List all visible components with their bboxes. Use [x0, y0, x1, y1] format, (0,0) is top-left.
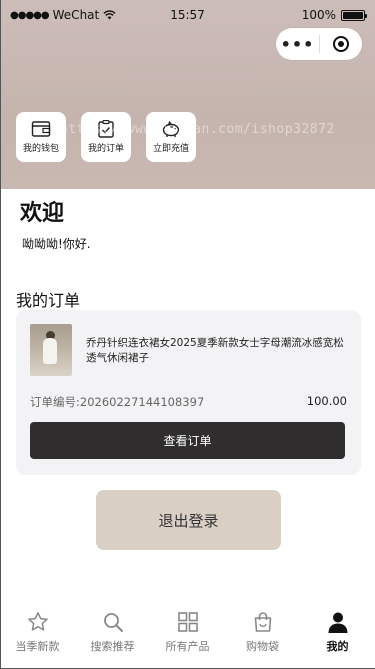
recharge-button[interactable]: 立即充值	[146, 112, 196, 162]
order-price: 100.00	[306, 394, 347, 408]
tab-label: 购物袋	[246, 640, 279, 653]
tab-shopping-bag[interactable]: 购物袋	[227, 610, 299, 654]
order-product[interactable]: 乔丹针织连衣裙女2025夏季新款女士字母潮流冰感宽松透气休闲裙子	[30, 324, 347, 376]
wifi-icon	[103, 10, 116, 20]
tab-label: 我的	[326, 640, 349, 653]
orders-section-title: 我的订单	[16, 291, 81, 310]
tab-bar: 当季新款 搜索推荐 所有产品 购物袋 我的	[0, 602, 375, 669]
battery-info: 100%	[301, 8, 367, 22]
shopping-bag-icon	[254, 612, 271, 632]
battery-icon	[341, 9, 367, 21]
carrier-name: WeChat	[52, 8, 100, 22]
user-icon	[328, 612, 347, 633]
wallet-button[interactable]: 我的钱包	[16, 112, 66, 162]
order-card: 乔丹针织连衣裙女2025夏季新款女士字母潮流冰感宽松透气休闲裙子 订单编号:20…	[16, 310, 361, 475]
tab-label: 所有产品	[165, 640, 210, 653]
frame-edge-left	[0, 0, 1, 669]
status-bar: ●●●●● WeChat 15:57 100%	[0, 0, 375, 30]
order-meta: 订单编号:20260227144108397 100.00	[30, 394, 347, 410]
welcome-subtitle: 呦呦呦!你好.	[22, 237, 91, 251]
welcome-title: 欢迎	[20, 201, 65, 226]
grid-icon	[177, 612, 198, 632]
watermark-text: https://www.huzhan.com/ishop32872	[60, 122, 335, 137]
signal-icon: ●●●●●	[10, 9, 50, 21]
product-thumbnail[interactable]	[30, 324, 72, 376]
recharge-label: 立即充值	[152, 144, 189, 154]
order-number: 订单编号:20260227144108397	[30, 395, 205, 409]
more-button[interactable]: •••	[276, 35, 319, 54]
tab-search[interactable]: 搜索推荐	[77, 610, 149, 654]
star-icon	[27, 612, 48, 631]
close-button[interactable]	[320, 35, 362, 53]
quick-actions: 我的钱包 我的订单 立即充值	[16, 112, 196, 162]
tab-label: 搜索推荐	[90, 640, 135, 653]
miniprogram-capsule: •••	[276, 28, 362, 60]
product-name: 乔丹针织连衣裙女2025夏季新款女士字母潮流冰感宽松透气休闲裙子	[86, 337, 344, 364]
tab-label: 当季新款	[15, 640, 60, 653]
battery-percent: 100%	[301, 8, 336, 22]
tab-me[interactable]: 我的	[302, 610, 374, 654]
search-icon	[103, 613, 123, 632]
wallet-label: 我的钱包	[22, 144, 59, 154]
wallet-icon	[31, 121, 51, 137]
close-circle-icon	[333, 36, 349, 52]
battery-level	[343, 11, 363, 19]
view-order-button[interactable]: 查看订单	[30, 422, 345, 459]
tab-new-arrivals[interactable]: 当季新款	[2, 610, 74, 654]
carrier-info: ●●●●● WeChat	[10, 8, 116, 22]
my-orders-label: 我的订单	[87, 144, 124, 154]
my-orders-button[interactable]: 我的订单	[81, 112, 131, 162]
logout-button[interactable]: 退出登录	[96, 490, 281, 550]
tab-all-products[interactable]: 所有产品	[152, 610, 224, 654]
